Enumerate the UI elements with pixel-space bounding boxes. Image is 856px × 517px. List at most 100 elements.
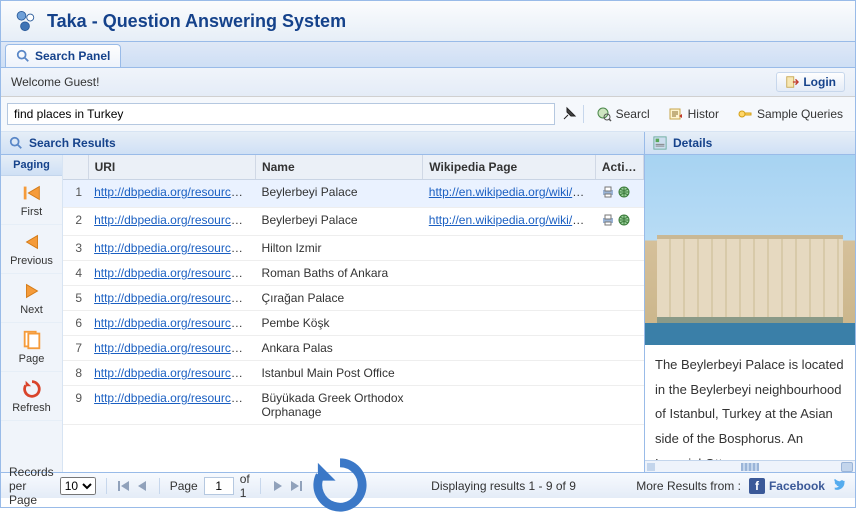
cell-name: Roman Baths of Ankara <box>255 261 422 286</box>
cell-index: 5 <box>63 286 88 311</box>
table-row[interactable]: 4 http://dbpedia.org/resource/... Roman Ba… <box>63 261 644 286</box>
nav-last-icon[interactable] <box>289 479 303 493</box>
uri-link[interactable]: http://dbpedia.org/resource/P... <box>94 316 255 330</box>
paging-next-button[interactable]: Next <box>1 274 62 323</box>
records-per-page-label: Records per Page <box>9 465 54 507</box>
cell-name: Beylerbeyi Palace <box>255 208 422 236</box>
cell-name: Çırağan Palace <box>255 286 422 311</box>
col-wiki[interactable]: Wikipedia Page <box>423 155 596 180</box>
cell-action <box>595 180 643 208</box>
page-label: Page <box>170 479 198 493</box>
cell-name: Pembe Köşk <box>255 311 422 336</box>
table-row[interactable]: 3 http://dbpedia.org/resource/... Hilton I… <box>63 236 644 261</box>
welcome-text: Welcome Guest! <box>11 75 99 89</box>
cell-name: Büyükada Greek Orthodox Orphanage <box>255 386 422 425</box>
col-name[interactable]: Name <box>255 155 422 180</box>
cell-name: Beylerbeyi Palace <box>255 180 422 208</box>
cell-wiki: http://en.wikipedia.org/wiki/B... <box>423 180 596 208</box>
paging-refresh-button[interactable]: Refresh <box>1 372 62 421</box>
details-image <box>645 155 855 345</box>
wiki-link[interactable]: http://en.wikipedia.org/wiki/B... <box>429 185 590 199</box>
table-row[interactable]: 5 http://dbpedia.org/resource/... Çırağan … <box>63 286 644 311</box>
col-index[interactable] <box>63 155 88 180</box>
facebook-link[interactable]: f Facebook <box>749 478 825 494</box>
uri-link[interactable]: http://dbpedia.org/resource/I... <box>94 366 254 380</box>
cell-index: 4 <box>63 261 88 286</box>
cell-index: 7 <box>63 336 88 361</box>
nav-prev-icon[interactable] <box>135 479 149 493</box>
cell-wiki <box>423 311 596 336</box>
login-button[interactable]: Login <box>776 72 845 92</box>
wiki-link[interactable]: http://en.wikipedia.org/wiki/B... <box>429 213 590 227</box>
col-action[interactable]: Action <box>595 155 643 180</box>
table-row[interactable]: 8 http://dbpedia.org/resource/I...Istanbu… <box>63 361 644 386</box>
print-icon[interactable] <box>601 185 615 199</box>
footer-refresh-icon[interactable] <box>309 454 371 516</box>
uri-link[interactable]: http://dbpedia.org/resource/... <box>94 291 251 305</box>
query-input[interactable] <box>7 103 555 125</box>
uri-link[interactable]: http://dbpedia.org/resource/A... <box>94 341 255 355</box>
tab-search-panel[interactable]: Search Panel <box>5 44 121 67</box>
login-icon <box>785 75 799 89</box>
cell-name: Istanbul Main Post Office <box>255 361 422 386</box>
cell-name: Ankara Palas <box>255 336 422 361</box>
uri-link[interactable]: http://dbpedia.org/resource/B... <box>94 185 255 199</box>
details-scrollbar[interactable] <box>645 460 855 472</box>
uri-link[interactable]: http://dbpedia.org/resource/... <box>94 266 251 280</box>
table-row[interactable]: 6http://dbpedia.org/resource/P...Pembe K… <box>63 311 644 336</box>
twitter-icon[interactable] <box>833 479 847 493</box>
refresh-icon <box>21 378 43 400</box>
cell-uri: http://dbpedia.org/resource/... <box>88 286 255 311</box>
tab-label: Search Panel <box>35 49 110 63</box>
cell-action <box>595 236 643 261</box>
app-header: Taka - Question Answering System <box>1 1 855 42</box>
search-icon <box>9 136 23 150</box>
history-icon <box>668 106 684 122</box>
cell-name: Hilton Izmir <box>255 236 422 261</box>
cell-uri: http://dbpedia.org/resource/A... <box>88 336 255 361</box>
table-row[interactable]: 9http://dbpedia.org/resource/B...Büyükad… <box>63 386 644 425</box>
facebook-icon: f <box>749 478 765 494</box>
cell-action <box>595 336 643 361</box>
table-row[interactable]: 2http://dbpedia.org/resource/B...Beylerb… <box>63 208 644 236</box>
uri-link[interactable]: http://dbpedia.org/resource/B... <box>94 213 255 227</box>
globe-icon[interactable] <box>617 185 631 199</box>
search-button[interactable]: Searcl <box>590 104 656 124</box>
cell-index: 1 <box>63 180 88 208</box>
cell-wiki <box>423 361 596 386</box>
cell-action <box>595 311 643 336</box>
sample-queries-button[interactable]: Sample Queries <box>731 104 849 124</box>
cell-wiki: http://en.wikipedia.org/wiki/B... <box>423 208 596 236</box>
nav-next-icon[interactable] <box>271 479 285 493</box>
cell-wiki <box>423 286 596 311</box>
globe-search-icon <box>596 106 612 122</box>
paging-page-button[interactable]: Page <box>1 323 62 372</box>
results-grid[interactable]: URI Name Wikipedia Page Action 1 http://d… <box>63 155 644 472</box>
page-number-input[interactable] <box>204 477 234 495</box>
nav-first-icon[interactable] <box>117 479 131 493</box>
previous-icon <box>21 231 43 253</box>
footer-bar: Records per Page 10 Page of 1 Displaying… <box>1 472 855 498</box>
cell-wiki <box>423 336 596 361</box>
history-button[interactable]: Histor <box>662 104 725 124</box>
cell-index: 8 <box>63 361 88 386</box>
search-results-pane: Search Results Paging First Previous Nex… <box>1 132 645 472</box>
details-pane: Details The Beylerbeyi Palace is located… <box>645 132 855 472</box>
table-row[interactable]: 7 http://dbpedia.org/resource/A...Ankara … <box>63 336 644 361</box>
pin-icon[interactable] <box>561 106 577 122</box>
cell-uri: http://dbpedia.org/resource/B... <box>88 208 255 236</box>
print-icon[interactable] <box>601 213 615 227</box>
table-row[interactable]: 1 http://dbpedia.org/resource/B...Beylerb… <box>63 180 644 208</box>
paging-previous-button[interactable]: Previous <box>1 225 62 274</box>
cell-wiki <box>423 261 596 286</box>
records-per-page-select[interactable]: 10 <box>60 477 96 495</box>
cell-wiki <box>423 386 596 425</box>
cell-index: 3 <box>63 236 88 261</box>
uri-link[interactable]: http://dbpedia.org/resource/B... <box>94 391 255 405</box>
col-uri[interactable]: URI <box>88 155 255 180</box>
uri-link[interactable]: http://dbpedia.org/resource/... <box>94 241 251 255</box>
details-header: Details <box>645 132 855 155</box>
details-icon <box>653 136 667 150</box>
globe-icon[interactable] <box>617 213 631 227</box>
paging-first-button[interactable]: First <box>1 176 62 225</box>
